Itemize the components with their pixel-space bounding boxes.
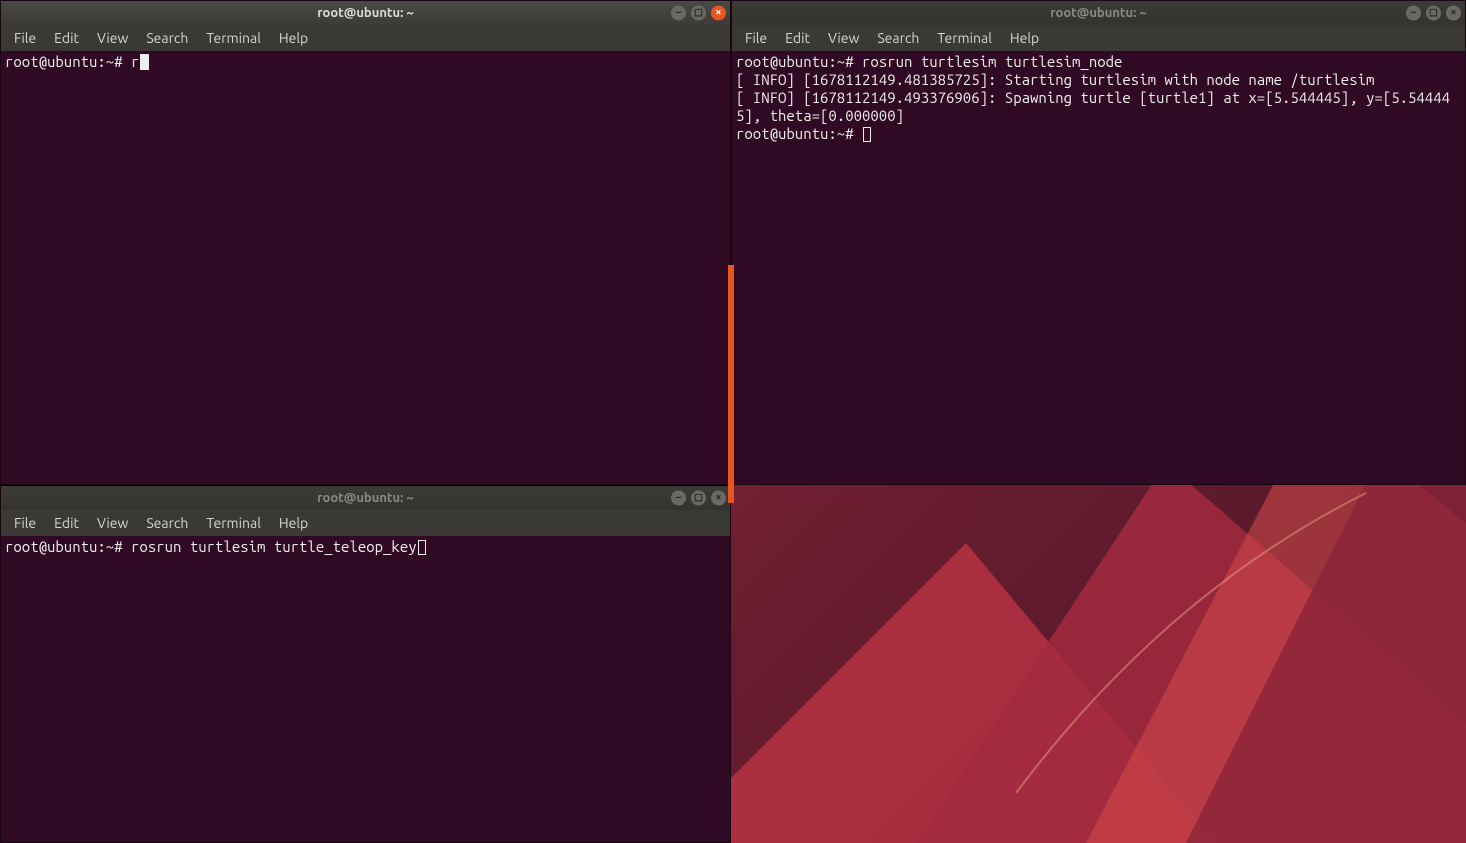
- menu-file[interactable]: File: [5, 512, 45, 534]
- menubar: File Edit View Search Terminal Help: [1, 25, 730, 51]
- terminal-body[interactable]: root@ubuntu:~# r: [1, 51, 730, 484]
- menubar: File Edit View Search Terminal Help: [1, 510, 730, 536]
- menu-search[interactable]: Search: [868, 27, 928, 49]
- menu-edit[interactable]: Edit: [45, 27, 88, 49]
- menu-file[interactable]: File: [736, 27, 776, 49]
- menu-terminal[interactable]: Terminal: [197, 512, 270, 534]
- minimize-icon[interactable]: –: [671, 6, 686, 21]
- vertical-divider: [728, 265, 734, 503]
- cursor-icon: [140, 54, 149, 70]
- minimize-icon[interactable]: –: [1406, 6, 1421, 21]
- menu-terminal[interactable]: Terminal: [928, 27, 1001, 49]
- minimize-icon[interactable]: –: [671, 491, 686, 506]
- menubar: File Edit View Search Terminal Help: [732, 25, 1465, 51]
- menu-help[interactable]: Help: [270, 512, 317, 534]
- command-text: rosrun turtlesim turtle_teleop_key: [131, 538, 417, 555]
- menu-terminal[interactable]: Terminal: [197, 27, 270, 49]
- terminal-window-top-left[interactable]: root@ubuntu: ~ – ◻ × File Edit View Sear…: [0, 0, 731, 485]
- titlebar[interactable]: root@ubuntu: ~ – ◻ ×: [732, 1, 1465, 25]
- window-title: root@ubuntu: ~: [317, 491, 414, 505]
- output-line: [ INFO] [1678112149.493376906]: Spawning…: [736, 89, 1450, 124]
- maximize-icon[interactable]: ◻: [1426, 6, 1441, 21]
- terminal-window-bottom-left[interactable]: root@ubuntu: ~ – ◻ × File Edit View Sear…: [0, 485, 731, 843]
- close-icon[interactable]: ×: [711, 6, 726, 21]
- window-controls: – ◻ ×: [671, 6, 726, 21]
- menu-help[interactable]: Help: [270, 27, 317, 49]
- menu-search[interactable]: Search: [137, 27, 197, 49]
- close-icon[interactable]: ×: [711, 491, 726, 506]
- menu-view[interactable]: View: [88, 512, 137, 534]
- command-text: r: [131, 53, 139, 70]
- terminal-body[interactable]: root@ubuntu:~# rosrun turtlesim turtle_t…: [1, 536, 730, 842]
- maximize-icon[interactable]: ◻: [691, 491, 706, 506]
- cursor-icon: [418, 540, 426, 555]
- prompt: root@ubuntu:~#: [736, 53, 862, 70]
- menu-help[interactable]: Help: [1001, 27, 1048, 49]
- prompt: root@ubuntu:~#: [5, 53, 131, 70]
- prompt: root@ubuntu:~#: [5, 538, 131, 555]
- command-text: rosrun turtlesim turtlesim_node: [862, 53, 1122, 70]
- output-line: [ INFO] [1678112149.481385725]: Starting…: [736, 71, 1374, 88]
- menu-view[interactable]: View: [819, 27, 868, 49]
- maximize-icon[interactable]: ◻: [691, 6, 706, 21]
- titlebar[interactable]: root@ubuntu: ~ – ◻ ×: [1, 1, 730, 25]
- window-controls: – ◻ ×: [671, 491, 726, 506]
- cursor-icon: [863, 127, 871, 142]
- window-title: root@ubuntu: ~: [1050, 6, 1147, 20]
- menu-file[interactable]: File: [5, 27, 45, 49]
- window-title: root@ubuntu: ~: [317, 6, 414, 20]
- window-controls: – ◻ ×: [1406, 6, 1461, 21]
- close-icon[interactable]: ×: [1446, 6, 1461, 21]
- terminal-body[interactable]: root@ubuntu:~# rosrun turtlesim turtlesi…: [732, 51, 1465, 484]
- menu-search[interactable]: Search: [137, 512, 197, 534]
- titlebar[interactable]: root@ubuntu: ~ – ◻ ×: [1, 486, 730, 510]
- prompt: root@ubuntu:~#: [736, 125, 862, 142]
- terminal-window-top-right[interactable]: root@ubuntu: ~ – ◻ × File Edit View Sear…: [731, 0, 1466, 485]
- menu-view[interactable]: View: [88, 27, 137, 49]
- menu-edit[interactable]: Edit: [776, 27, 819, 49]
- menu-edit[interactable]: Edit: [45, 512, 88, 534]
